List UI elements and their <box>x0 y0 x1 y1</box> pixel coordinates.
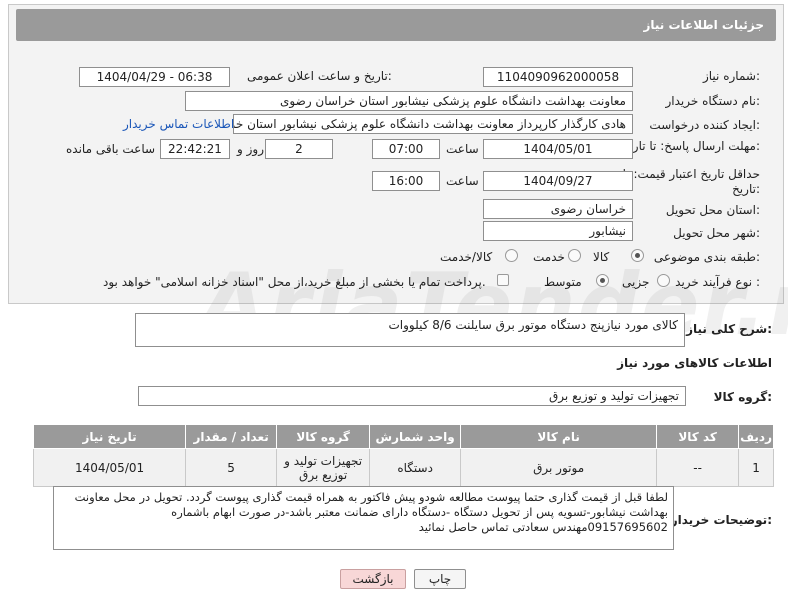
description-label: شرح کلی نیاز: <box>686 322 772 336</box>
category-radio-goods[interactable] <box>631 249 644 262</box>
days-label: روز و <box>237 142 264 156</box>
validity-time-label: ساعت <box>446 174 479 188</box>
category-radio-service[interactable] <box>568 249 581 262</box>
cell-unit: دستگاه <box>369 448 462 487</box>
days-field[interactable]: 2 <box>265 139 333 159</box>
process-label: نوع فرآیند خرید : <box>675 275 760 289</box>
deadline-date-field[interactable]: 1404/05/01 <box>483 139 633 159</box>
description-text: کالای مورد نیازپنج دستگاه موتور برق سایل… <box>388 318 678 332</box>
print-button[interactable]: چاپ <box>414 569 466 589</box>
buyer-notes-textarea[interactable]: لطفا قبل از قیمت گذاری حتما پیوست مطالعه… <box>53 486 674 550</box>
remaining-label: ساعت باقی مانده <box>66 142 156 156</box>
city-label: شهر محل تحویل: <box>673 226 760 240</box>
col-need-date: تاریخ نیاز <box>32 424 187 449</box>
validity-time-field[interactable]: 16:00 <box>372 171 440 191</box>
goods-group-field[interactable]: تجهیزات تولید و توزیع برق <box>138 386 686 406</box>
table-header-row: ردیف کد کالا نام کالا واحد شمارش گروه کا… <box>32 424 774 449</box>
cell-quantity: 5 <box>185 448 278 487</box>
category-radio-goods-service[interactable] <box>505 249 518 262</box>
buyer-org-field[interactable]: معاونت بهداشت دانشگاه علوم پزشکی نیشابور… <box>185 91 633 111</box>
process-option-medium: متوسط <box>544 275 582 289</box>
announce-label: تاریخ و ساعت اعلان عمومی: <box>247 69 392 83</box>
announce-field[interactable]: 1404/04/29 - 06:38 <box>79 67 230 87</box>
remaining-time-field[interactable]: 22:42:21 <box>160 139 230 159</box>
province-field[interactable]: خراسان رضوی <box>483 199 633 219</box>
category-label: طبقه بندی موضوعی: <box>653 250 760 264</box>
cell-group: تجهیزات تولید و توزیع برق <box>276 448 371 487</box>
col-item-code: کد کالا <box>656 424 740 449</box>
need-number-label: شماره نیاز: <box>702 69 760 83</box>
buyer-notes-label: توضیحات خریدار: <box>670 513 772 527</box>
requester-field[interactable]: هادی کارگذار کارپرداز معاونت بهداشت دانش… <box>233 114 633 134</box>
col-group: گروه کالا <box>276 424 371 449</box>
description-textarea[interactable]: کالای مورد نیازپنج دستگاه موتور برق سایل… <box>135 313 685 347</box>
province-label: استان محل تحویل: <box>665 203 760 217</box>
cell-item-name: موتور برق <box>460 448 658 487</box>
col-row-number: ردیف <box>738 424 774 449</box>
process-option-minor: جزیی <box>622 275 650 289</box>
cell-item-code: -- <box>656 448 740 487</box>
deadline-time-field[interactable]: 07:00 <box>372 139 440 159</box>
buyer-org-label: نام دستگاه خریدار: <box>665 94 761 108</box>
requester-label: ایجاد کننده درخواست: <box>649 118 760 132</box>
validity-date-field[interactable]: 1404/09/27 <box>483 171 633 191</box>
payment-note: پرداخت تمام یا بخشی از مبلغ خرید،از محل … <box>103 275 486 289</box>
deadline-time-label: ساعت <box>446 142 479 156</box>
process-radio-minor[interactable] <box>657 274 670 287</box>
goods-table: ردیف کد کالا نام کالا واحد شمارش گروه کا… <box>32 424 774 487</box>
validity-label: حداقل تاریخ اعتبار قیمت: تا تاریخ: <box>622 167 760 196</box>
deadline-label: مهلت ارسال پاسخ: تا تاریخ: <box>621 139 760 153</box>
goods-section-title: اطلاعات کالاهای مورد نیاز <box>617 356 772 370</box>
back-button[interactable]: بازگشت <box>340 569 406 589</box>
table-row[interactable]: 1 -- موتور برق دستگاه تجهیزات تولید و تو… <box>32 448 774 487</box>
cell-need-date: 1404/05/01 <box>32 448 187 487</box>
need-number-field[interactable]: 1104090962000058 <box>483 67 633 87</box>
city-field[interactable]: نیشابور <box>483 221 633 241</box>
goods-group-label: گروه کالا: <box>713 390 772 404</box>
category-option-goods: کالا <box>593 250 610 264</box>
col-quantity: تعداد / مقدار <box>185 424 278 449</box>
col-unit: واحد شمارش <box>369 424 462 449</box>
buyer-contact-link[interactable]: اطلاعات تماس خریدار <box>123 117 234 131</box>
cell-row-number: 1 <box>738 448 774 487</box>
col-item-name: نام کالا <box>460 424 658 449</box>
process-radio-medium[interactable] <box>596 274 609 287</box>
category-option-service: خدمت <box>533 250 565 264</box>
category-option-goods-service: کالا/خدمت <box>440 250 493 264</box>
panel-header: جزئیات اطلاعات نیاز <box>16 9 776 41</box>
treasury-checkbox[interactable] <box>497 274 509 286</box>
buyer-notes-text: لطفا قبل از قیمت گذاری حتما پیوست مطالعه… <box>74 490 668 534</box>
watermark-logo: AriaTender.neT <box>200 255 788 355</box>
